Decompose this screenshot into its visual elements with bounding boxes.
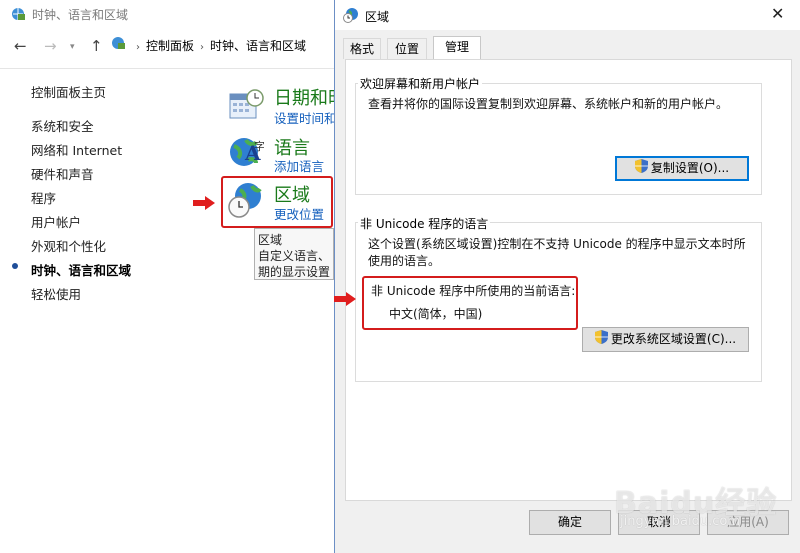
recent-chevron-icon[interactable]: ▾ <box>70 42 75 52</box>
tab-administrative[interactable]: 管理 <box>433 36 481 60</box>
sidebar-item-ease-of-access[interactable]: 轻松使用 <box>31 284 81 303</box>
red-arrow-icon <box>334 292 356 306</box>
uac-shield-icon <box>634 158 648 180</box>
up-arrow-icon[interactable]: ↑ <box>90 37 103 55</box>
sidebar-item-hardware-sound[interactable]: 硬件和声音 <box>31 164 94 183</box>
baidu-watermark-url: jingyan.baidu.com <box>620 514 740 529</box>
back-arrow-icon[interactable]: ← <box>14 37 27 55</box>
region-tooltip: 区域 自定义语言、 期的显示设置 <box>254 228 334 280</box>
tab-location[interactable]: 位置 <box>387 38 427 59</box>
cp-title-text: 时钟、语言和区域 <box>32 8 129 22</box>
active-indicator-dot <box>12 263 18 269</box>
sidebar-item-user-accounts[interactable]: 用户帐户 <box>31 212 81 231</box>
red-arrow-icon <box>193 196 215 210</box>
cp-divider <box>0 68 334 69</box>
welcome-description: 查看并将你的国际设置复制到欢迎屏幕、系统帐户和新的用户帐户。 <box>368 97 729 111</box>
welcome-group-label: 欢迎屏幕和新用户帐户 <box>358 75 483 92</box>
category-datetime-link[interactable]: 设置时间和 <box>274 108 337 127</box>
sidebar-item-home[interactable]: 控制面板主页 <box>31 82 106 101</box>
language-globe-icon[interactable]: A 字 <box>228 134 265 170</box>
copy-settings-label: 复制设置(O)... <box>650 161 730 175</box>
cp-titlebar: 时钟、语言和区域 <box>10 6 128 25</box>
ok-button[interactable]: 确定 <box>529 510 611 535</box>
forward-arrow-icon[interactable]: → <box>44 37 57 55</box>
control-panel-icon <box>10 6 26 25</box>
sidebar-item-network[interactable]: 网络和 Internet <box>31 140 122 159</box>
breadcrumb-control-panel[interactable]: 控制面板 <box>146 39 194 53</box>
sidebar-item-programs[interactable]: 程序 <box>31 188 56 207</box>
copy-settings-button[interactable]: 复制设置(O)... <box>615 156 749 181</box>
breadcrumb-chevron-icon: › <box>136 42 140 53</box>
dialog-title: 区域 <box>365 10 390 24</box>
current-language-highlight-box <box>362 276 578 330</box>
unicode-group-label: 非 Unicode 程序的语言 <box>358 215 491 232</box>
sidebar-item-clock-language-region[interactable]: 时钟、语言和区域 <box>31 260 131 279</box>
breadcrumb-chevron-icon: › <box>200 42 205 53</box>
region-highlight-box <box>221 176 333 228</box>
calendar-clock-icon[interactable] <box>228 88 264 124</box>
breadcrumb-clock-language-region[interactable]: 时钟、语言和区域 <box>210 39 306 53</box>
sidebar-item-system-security[interactable]: 系统和安全 <box>31 116 94 135</box>
tooltip-line: 期的显示设置 <box>258 265 331 279</box>
tab-format[interactable]: 格式 <box>343 38 381 59</box>
close-icon[interactable]: ✕ <box>771 4 784 23</box>
address-bar[interactable]: › 控制面板 › 时钟、语言和区域 <box>110 34 340 58</box>
unicode-description: 这个设置(系统区域设置)控制在不支持 Unicode 的程序中显示文本时所使用的… <box>368 237 746 268</box>
uac-shield-icon <box>594 329 608 351</box>
svg-text:字: 字 <box>254 139 264 153</box>
sidebar-item-appearance[interactable]: 外观和个性化 <box>31 236 106 255</box>
address-icon <box>110 35 126 59</box>
change-system-locale-button[interactable]: 更改系统区域设置(C)... <box>582 327 749 352</box>
category-language-link[interactable]: 添加语言 <box>274 156 324 175</box>
tooltip-line: 区域 <box>258 233 283 247</box>
region-dialog: 区域 ✕ 格式 位置 管理 欢迎屏幕和新用户帐户 查看并将你的国际设置复制到欢迎… <box>334 0 800 553</box>
dialog-titlebar <box>335 0 800 30</box>
region-globe-icon <box>343 7 359 26</box>
tooltip-line: 自定义语言、 <box>258 249 331 263</box>
change-system-locale-label: 更改系统区域设置(C)... <box>610 332 737 346</box>
